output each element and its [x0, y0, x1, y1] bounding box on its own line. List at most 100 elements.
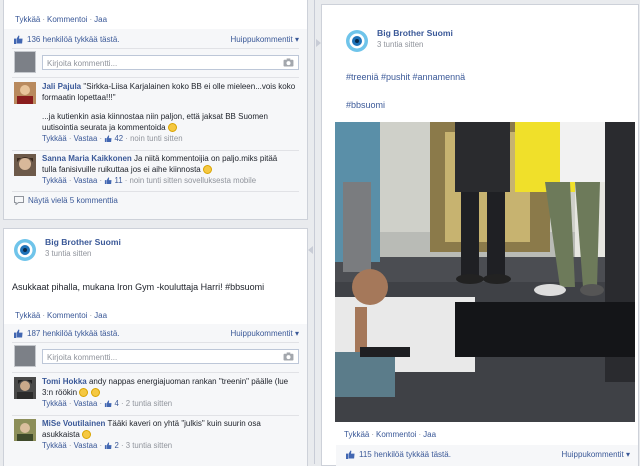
ufi-block: 187 henkilöä tykkää tästä. Huippukomment… [4, 324, 307, 466]
comment-like-count[interactable]: 4 [114, 399, 118, 408]
post-text: Asukkaat pihalla, mukana Iron Gym -koulu… [12, 282, 265, 292]
comment-like-count[interactable]: 11 [114, 176, 122, 185]
top-comments-label: Huippukommentit [561, 450, 624, 459]
post-hashtag[interactable]: #bbsuomi [346, 100, 385, 110]
comment-placeholder: Kirjoita kommentti... [47, 58, 118, 68]
thumbs-up-icon [14, 35, 23, 44]
caret-down-icon: ▾ [625, 450, 630, 459]
post-header: Big Brother Suomi 3 tuntia sitten [344, 28, 453, 54]
show-more-label: Näytä vielä 5 kommenttia [28, 196, 118, 205]
comment-link[interactable]: Kommentoi [47, 311, 87, 320]
comment-box: Kirjoita kommentti... [14, 345, 299, 367]
divider [12, 191, 299, 192]
post-card: Big Brother Suomi 3 tuntia sitten Asukka… [3, 228, 308, 466]
timeline-pointer [308, 246, 313, 254]
comment-item: MiSe Voutilainen Tääki kaveri on yhtä "j… [14, 419, 299, 452]
comment-like-link[interactable]: Tykkää [42, 134, 67, 143]
comment-item: Jali Pajula "Sirkka-Liisa Karjalainen ko… [14, 82, 299, 145]
post-actions: Tykkää · Kommentoi · Jaa [344, 430, 437, 439]
post-card-top: Tykkää · Kommentoi · Jaa 136 henkilöä tykkää… [3, 0, 308, 220]
comment-body: MiSe Voutilainen Tääki kaveri on yhtä "j… [42, 419, 290, 452]
comment-meta: Tykkää · Vastaa · 11 · noin tunti sitten… [42, 176, 257, 185]
comment-like-link[interactable]: Tykkää [42, 176, 67, 185]
likes-summary[interactable]: 115 henkilöä tykkää tästä. [346, 450, 451, 459]
top-comments-dropdown[interactable]: Huippukommentit ▾ [231, 35, 300, 44]
page-name[interactable]: Big Brother Suomi [377, 28, 453, 38]
comment-body: Jali Pajula "Sirkka-Liisa Karjalainen ko… [42, 82, 299, 145]
big-brother-eye-logo[interactable] [344, 28, 370, 54]
comment-text-continued: ...ja kutienkin asia kiinnostaa niin pal… [42, 112, 268, 132]
post-hashtags[interactable]: #treeniä #pushit #annamennä [346, 72, 465, 82]
like-link[interactable]: Tykkää [344, 430, 369, 439]
comment-meta: Tykkää · Vastaa · 2 · 3 tuntia sitten [42, 441, 173, 450]
avatar[interactable] [14, 377, 36, 399]
ufi-block: 115 henkilöä tykkää tästä. Huippukomment… [336, 445, 638, 466]
comment-item: Sanna Maria Kaikkonen Ja niitä kommentoi… [14, 154, 299, 187]
post-actions: Tykkää · Kommentoi · Jaa [15, 311, 108, 320]
comment-meta: Tykkää · Vastaa · 4 · 2 tuntia sitten [42, 399, 173, 408]
smile-emoticon [167, 122, 177, 132]
comment-meta: Tykkää · Vastaa · 42 · noin tunti sitten [42, 134, 183, 143]
comment-time: noin tunti sitten [130, 134, 183, 143]
comment-via: sovelluksesta mobile [184, 176, 257, 185]
comment-placeholder: Kirjoita kommentti... [47, 352, 118, 362]
comment-time: 3 tuntia sitten [125, 441, 173, 450]
share-link[interactable]: Jaa [423, 430, 436, 439]
like-badge-icon [105, 177, 112, 185]
avatar[interactable] [14, 154, 36, 176]
comment-reply-link[interactable]: Vastaa [74, 399, 98, 408]
post-header: Big Brother Suomi 3 tuntia sitten [12, 237, 121, 263]
comment-input[interactable]: Kirjoita kommentti... [42, 348, 299, 364]
comment-like-link[interactable]: Tykkää [42, 399, 67, 408]
divider [12, 48, 299, 49]
comment-time: noin tunti sitten [129, 176, 182, 185]
caret-down-icon: ▾ [294, 35, 299, 44]
post-time[interactable]: 3 tuntia sitten [45, 249, 121, 258]
comment-like-count[interactable]: 2 [114, 441, 118, 450]
comment-time: 2 tuntia sitten [125, 399, 173, 408]
top-comments-label: Huippukommentit [230, 329, 293, 338]
like-badge-icon [105, 442, 112, 450]
comment-body: Sanna Maria Kaikkonen Ja niitä kommentoi… [42, 154, 282, 187]
post-photo[interactable] [335, 122, 635, 422]
page-name[interactable]: Big Brother Suomi [45, 237, 121, 247]
thumbs-up-icon [14, 329, 23, 338]
avatar[interactable] [14, 419, 36, 441]
thumbs-up-icon [346, 450, 355, 459]
like-badge-icon [105, 400, 112, 408]
avatar [14, 51, 36, 73]
comment-author[interactable]: Sanna Maria Kaikkonen [42, 154, 132, 163]
comment-input[interactable]: Kirjoita kommentti... [42, 54, 299, 70]
comment-link[interactable]: Kommentoi [47, 15, 87, 24]
like-link[interactable]: Tykkää [15, 311, 40, 320]
comment-item: Tomi Hokka andy nappas energiajuoman ran… [14, 377, 299, 410]
avatar[interactable] [14, 82, 36, 104]
likes-summary[interactable]: 187 henkilöä tykkää tästä. [14, 329, 120, 338]
post-actions: Tykkää · Kommentoi · Jaa [15, 15, 108, 24]
like-link[interactable]: Tykkää [15, 15, 40, 24]
comment-reply-link[interactable]: Vastaa [74, 176, 98, 185]
caret-down-icon: ▾ [294, 329, 299, 338]
camera-icon[interactable] [283, 57, 294, 67]
big-brother-eye-logo[interactable] [12, 237, 38, 263]
top-comments-dropdown[interactable]: Huippukommentit ▾ [231, 329, 300, 338]
comment-link[interactable]: Kommentoi [376, 430, 416, 439]
likes-summary[interactable]: 136 henkilöä tykkää tästä. [14, 35, 120, 44]
share-link[interactable]: Jaa [94, 311, 107, 320]
comment-reply-link[interactable]: Vastaa [74, 441, 98, 450]
comment-like-link[interactable]: Tykkää [42, 441, 67, 450]
smile-emoticon [203, 164, 212, 174]
comment-box: Kirjoita kommentti... [14, 51, 299, 73]
comment-like-count[interactable]: 42 [114, 134, 123, 143]
smile-emoticon [79, 387, 89, 397]
comment-author[interactable]: MiSe Voutilainen [42, 419, 105, 428]
comment-reply-link[interactable]: Vastaa [74, 134, 98, 143]
share-link[interactable]: Jaa [94, 15, 107, 24]
likes-count-text: 136 henkilöä tykkää tästä. [27, 35, 120, 44]
top-comments-dropdown[interactable]: Huippukommentit ▾ [562, 450, 631, 459]
post-time[interactable]: 3 tuntia sitten [377, 40, 453, 49]
comment-author[interactable]: Tomi Hokka [42, 377, 87, 386]
comment-author[interactable]: Jali Pajula [42, 82, 81, 91]
show-more-comments[interactable]: Näytä vielä 5 kommenttia [14, 196, 118, 205]
camera-icon[interactable] [283, 351, 294, 361]
